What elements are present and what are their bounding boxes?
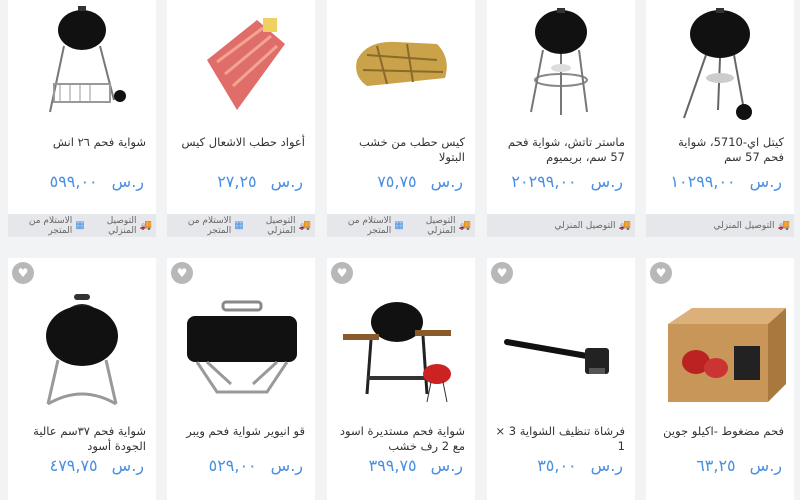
product-image-round-grill-shelves[interactable] — [327, 264, 475, 424]
product-price: ر.س٢٠٢٩٩,٠٠ — [511, 172, 623, 191]
fulfillment-bar: 🚚 التوصيل المنزلي — [487, 214, 635, 237]
product-title[interactable]: قو انيوير شواية فحم ويبر — [175, 424, 305, 439]
product-image-firewood-bag[interactable] — [327, 0, 475, 125]
product-image-charcoal-box[interactable] — [646, 264, 794, 424]
fulfillment-bar: 🚚 التوصيل المنزلي — [646, 214, 794, 237]
product-card[interactable]: كيتل اي-5710، شواية فحم 57 سم ر.س١٠٢٩٩,٠… — [646, 0, 794, 237]
truck-icon: 🚚 — [139, 219, 152, 231]
product-card[interactable]: ♥ شواية فحم مستديرة اسود مع 2 رف خشب ر.س… — [327, 258, 475, 500]
product-image-small-kettle-grill[interactable] — [8, 264, 156, 424]
truck-icon: 🚚 — [777, 219, 790, 231]
store-icon: ▦ — [234, 219, 244, 231]
truck-icon: 🚚 — [458, 219, 471, 231]
product-title[interactable]: فرشاة تنظيف الشواية 3 × 1 — [495, 424, 625, 454]
delivery-option: 🚚 التوصيل المنزلي — [713, 219, 790, 231]
delivery-option: 🚚 التوصيل المنزلي — [106, 215, 152, 236]
product-title[interactable]: فحم مضغوط -اكيلو جوين — [654, 424, 784, 439]
delivery-option: 🚚 التوصيل المنزلي — [265, 215, 311, 236]
product-card[interactable]: أعواد حطب الاشعال كيس ر.س٢٧,٢٥ 🚚 التوصيل … — [167, 0, 315, 237]
product-title[interactable]: ماستر تاتش، شواية فحم 57 سم، بريميوم — [495, 135, 625, 165]
delivery-option: 🚚 التوصيل المنزلي — [554, 219, 631, 231]
pickup-option: ▦ الاستلام من المتجر — [28, 215, 85, 236]
product-image-charcoal-grill[interactable] — [8, 0, 156, 125]
pickup-option: ▦ الاستلام من المتجر — [187, 215, 244, 236]
product-card[interactable]: شواية فحم ٢٦ انش ر.س٥٩٩,٠٠ 🚚 التوصيل المن… — [8, 0, 156, 237]
product-title[interactable]: كيس حطب من خشب البتولا — [335, 135, 465, 165]
pickup-option: ▦ الاستلام من المتجر — [347, 215, 404, 236]
product-image-kindling-bag[interactable] — [167, 0, 315, 125]
product-price: ر.س٥٩٩,٠٠ — [49, 172, 144, 191]
truck-icon: 🚚 — [618, 219, 631, 231]
delivery-option: 🚚 التوصيل المنزلي — [425, 215, 471, 236]
fulfillment-bar: 🚚 التوصيل المنزلي ▦ الاستلام من المتجر — [8, 214, 156, 237]
product-card[interactable]: ♥ فرشاة تنظيف الشواية 3 × 1 ر.س٣٥,٠٠ — [487, 258, 635, 500]
product-title[interactable]: كيتل اي-5710، شواية فحم 57 سم — [654, 135, 784, 165]
product-price: ر.س٦٣,٢٥ — [696, 456, 782, 475]
product-image-grill-brush[interactable] — [487, 264, 635, 424]
product-card[interactable]: كيس حطب من خشب البتولا ر.س٧٥,٧٥ 🚚 التوصيل… — [327, 0, 475, 237]
product-card[interactable]: ♥ شواية فحم ٣٧سم عالية الجودة أسود ر.س٤٧… — [8, 258, 156, 500]
truck-icon: 🚚 — [298, 219, 311, 231]
fulfillment-bar: 🚚 التوصيل المنزلي ▦ الاستلام من المتجر — [327, 214, 475, 237]
product-price: ر.س٢٧,٢٥ — [217, 172, 303, 191]
product-image-kettle-grill[interactable] — [646, 0, 794, 125]
product-title[interactable]: شواية فحم ٣٧سم عالية الجودة أسود — [16, 424, 146, 454]
product-card[interactable]: ♥ قو انيوير شواية فحم ويبر ر.س٥٢٩,٠٠ — [167, 258, 315, 500]
product-image-kettle-grill[interactable] — [487, 0, 635, 125]
product-price: ر.س١٠٢٩٩,٠٠ — [670, 172, 782, 191]
product-price: ر.س٣٩٩,٧٥ — [368, 456, 463, 475]
product-price: ر.س٣٥,٠٠ — [537, 456, 623, 475]
product-card[interactable]: ♥ فحم مضغوط -اكيلو جوين ر.س٦٣,٢٥ — [646, 258, 794, 500]
product-card[interactable]: ماستر تاتش، شواية فحم 57 سم، بريميوم ر.س… — [487, 0, 635, 237]
product-title[interactable]: شواية فحم ٢٦ انش — [16, 135, 146, 150]
store-icon: ▦ — [394, 219, 404, 231]
product-title[interactable]: شواية فحم مستديرة اسود مع 2 رف خشب — [335, 424, 465, 454]
product-price: ر.س٧٥,٧٥ — [377, 172, 463, 191]
product-title[interactable]: أعواد حطب الاشعال كيس — [175, 135, 305, 150]
product-price: ر.س٤٧٩,٧٥ — [49, 456, 144, 475]
product-image-portable-grill[interactable] — [167, 264, 315, 424]
fulfillment-bar: 🚚 التوصيل المنزلي ▦ الاستلام من المتجر — [167, 214, 315, 237]
product-price: ر.س٥٢٩,٠٠ — [208, 456, 303, 475]
store-icon: ▦ — [75, 219, 85, 231]
